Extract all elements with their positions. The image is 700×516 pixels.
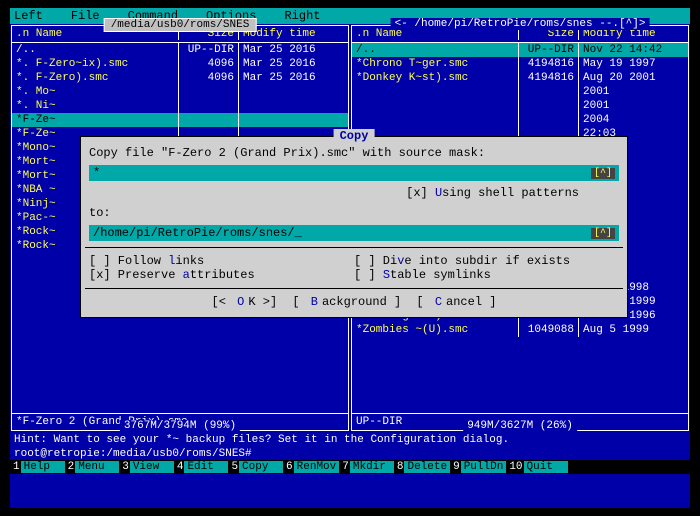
right-file-row[interactable]: 2004 [352,113,688,127]
background-button[interactable]: [ Background ] [292,295,401,309]
right-file-row[interactable]: *Chrono T~ger.smc4194816May 19 1997 [352,57,688,71]
stable-symlinks-checkbox[interactable]: [ ] Stable symlinks [354,268,619,282]
right-file-row[interactable]: /..UP--DIRNov 22 14:42 [352,43,688,57]
destination-input[interactable]: /home/pi/RetroPie/roms/snes/_ [^] [89,225,619,241]
dialog-prompt: Copy file "F-Zero 2 (Grand Prix).smc" wi… [89,145,619,161]
menu-right[interactable]: Right [284,9,320,23]
dialog-title: Copy [334,129,375,143]
right-usage: 949M/3627M (26%) [463,420,577,432]
left-file-row[interactable]: *. Ni~ [12,99,348,113]
menu-left[interactable]: Left [14,9,43,23]
fkey-copy[interactable]: 5Copy [230,461,283,473]
right-panel-path: <- /home/pi/RetroPie/roms/snes --.[^]> [391,18,650,30]
fkey-help[interactable]: 1Help [12,461,65,473]
cancel-button[interactable]: [ Cancel ] [416,295,496,309]
right-file-row[interactable]: 2001 [352,99,688,113]
history-icon[interactable]: [^] [591,168,615,179]
right-status: UP--DIR [356,416,402,428]
function-keys: 1Help2Menu3View4Edit5Copy6RenMov7Mkdir8D… [10,460,690,474]
fkey-view[interactable]: 3View [121,461,174,473]
fkey-menu[interactable]: 2Menu [67,461,120,473]
menu-file[interactable]: File [71,9,100,23]
fkey-edit[interactable]: 4Edit [176,461,229,473]
left-file-row[interactable]: *. Mo~ [12,85,348,99]
right-file-row[interactable]: 2001 [352,85,688,99]
left-file-row[interactable]: *. F-Zero~ix).smc4096Mar 25 2016 [12,57,348,71]
fkey-pulldn[interactable]: 9PullDn [452,461,506,473]
fkey-renmov[interactable]: 6RenMov [285,461,339,473]
shell-prompt[interactable]: root@retropie:/media/usb0/roms/SNES# [10,448,690,460]
right-file-row[interactable]: *Zombies ~(U).smc1049088Aug 5 1999 [352,323,688,337]
left-file-row[interactable]: *F-Ze~ [12,113,348,127]
left-panel-path: /media/usb0/roms/SNES [104,18,257,32]
hint-line: Hint: Want to see your *~ backup files? … [10,432,690,448]
copy-dialog: Copy Copy file "F-Zero 2 (Grand Prix).sm… [80,136,628,318]
preserve-attr-checkbox[interactable]: [x] Preserve attributes [89,268,354,282]
dive-subdir-checkbox[interactable]: [ ] Dive into subdir if exists [354,254,619,268]
left-file-row[interactable]: *. F-Zero).smc4096Mar 25 2016 [12,71,348,85]
left-file-row[interactable]: /..UP--DIRMar 25 2016 [12,43,348,57]
follow-links-checkbox[interactable]: [ ] Follow links [89,254,354,268]
history-icon[interactable]: [^] [591,228,615,239]
fkey-mkdir[interactable]: 7Mkdir [341,461,394,473]
fkey-delete[interactable]: 8Delete [396,461,450,473]
source-mask-input[interactable]: * [^] [89,165,619,181]
ok-button[interactable]: [< OK >] [212,295,278,309]
to-label: to: [89,205,619,221]
using-shell-checkbox[interactable]: [x] Using shell patterns [89,185,619,201]
right-file-row[interactable]: *Donkey K~st).smc4194816Aug 20 2001 [352,71,688,85]
fkey-quit[interactable]: 10Quit [508,461,567,473]
left-usage: 3767M/3794M (99%) [120,420,240,432]
